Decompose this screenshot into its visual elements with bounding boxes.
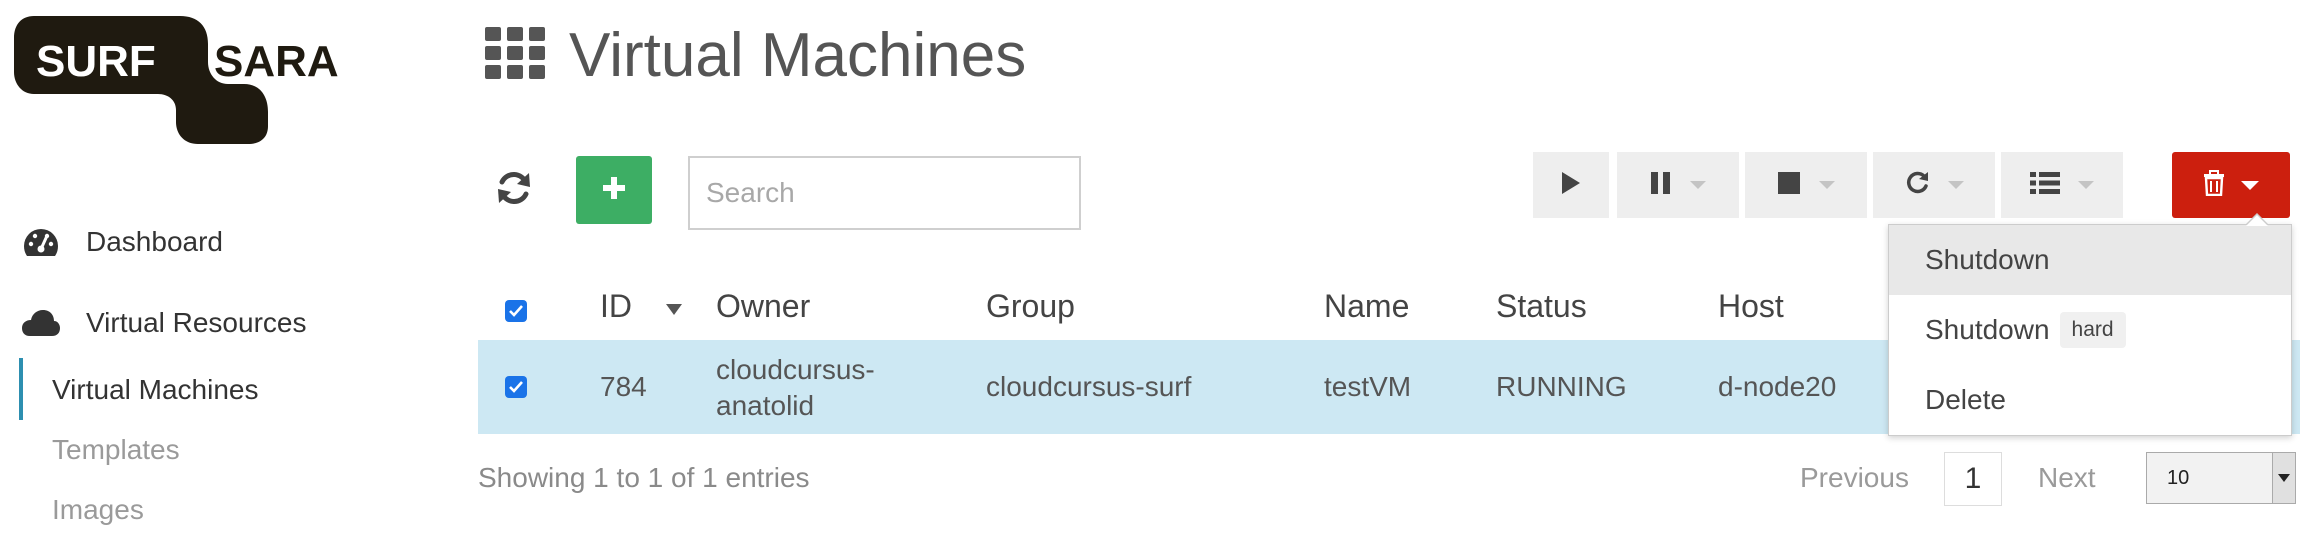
sidebar-item-virtual-resources[interactable]: Virtual Resources: [20, 305, 306, 341]
stop-dropdown-button[interactable]: [1745, 152, 1867, 218]
column-header-group[interactable]: Group: [986, 288, 1075, 325]
sidebar-item-label: Dashboard: [86, 226, 223, 257]
reboot-dropdown-button[interactable]: [1873, 152, 1995, 218]
cell-group: cloudcursus-surf: [986, 371, 1192, 402]
refresh-button[interactable]: [488, 162, 540, 218]
cell-host: d-node20: [1718, 371, 1837, 402]
select-all-checkbox[interactable]: [505, 300, 527, 322]
trash-icon: [2203, 169, 2225, 201]
sidebar-item-virtual-machines[interactable]: Virtual Machines: [52, 374, 258, 406]
surfsara-logo[interactable]: SURF SARA: [12, 14, 372, 144]
menu-item-shutdown[interactable]: Shutdown: [1889, 225, 2291, 295]
column-header-host[interactable]: Host: [1718, 288, 1784, 325]
delete-dropdown-menu: Shutdown Shutdown hard Delete: [1888, 213, 2292, 436]
stop-icon: [1777, 171, 1801, 200]
create-vm-button[interactable]: [576, 156, 652, 224]
hard-badge: hard: [2059, 312, 2126, 348]
column-header-status[interactable]: Status: [1496, 288, 1587, 325]
chevron-down-icon: [2241, 180, 2259, 190]
cloud-icon: [20, 305, 62, 341]
search-input[interactable]: [688, 156, 1081, 230]
cell-id: 784: [600, 371, 647, 402]
page-title: Virtual Machines: [569, 21, 1027, 90]
menu-item-label: Shutdown: [1925, 314, 2050, 345]
column-header-name[interactable]: Name: [1324, 288, 1409, 325]
page-header: Virtual Machines: [485, 20, 1026, 91]
column-header-owner[interactable]: Owner: [716, 288, 810, 325]
cell-status: RUNNING: [1496, 371, 1627, 402]
sidebar-item-images[interactable]: Images: [52, 494, 144, 526]
active-indicator: [19, 358, 23, 420]
refresh-icon: [495, 169, 533, 212]
sidebar-item-label: Virtual Resources: [86, 307, 307, 338]
pagination-previous[interactable]: Previous: [1800, 462, 1909, 494]
chevron-down-icon: [1819, 181, 1835, 189]
row-checkbox[interactable]: [505, 376, 527, 398]
dashboard-gauge-icon: [20, 224, 62, 260]
list-icon: [2030, 171, 2060, 200]
play-icon: [1560, 170, 1582, 201]
suspend-dropdown-button[interactable]: [1617, 152, 1739, 218]
reboot-icon: [1904, 170, 1930, 201]
pagination-current-page[interactable]: 1: [1944, 452, 2002, 506]
chevron-down-icon: [2078, 181, 2094, 189]
sort-descending-icon[interactable]: [666, 304, 682, 315]
menu-item-delete[interactable]: Delete: [1889, 365, 2291, 435]
menu-item-shutdown-hard[interactable]: Shutdown hard: [1889, 295, 2291, 365]
logo-surf-text: SURF: [36, 37, 156, 86]
cell-owner-line1: cloudcursus-: [716, 354, 875, 385]
logo-sara-text: SARA: [214, 37, 339, 86]
menu-item-label: Delete: [1925, 384, 2006, 415]
chevron-down-icon: [1948, 181, 1964, 189]
pause-icon: [1650, 171, 1672, 200]
sidebar-item-templates[interactable]: Templates: [52, 434, 180, 466]
sidebar-item-dashboard[interactable]: Dashboard: [20, 224, 223, 260]
select-arrow-icon: [2272, 453, 2295, 503]
more-actions-dropdown-button[interactable]: [2001, 152, 2123, 218]
page-size-select[interactable]: 10: [2146, 452, 2296, 504]
grid-icon: [485, 27, 547, 84]
page-size-value: 10: [2167, 466, 2190, 489]
chevron-down-icon: [1690, 181, 1706, 189]
cell-owner-line2: anatolid: [716, 390, 815, 421]
cell-name: testVM: [1324, 371, 1412, 402]
plus-icon: [601, 175, 627, 206]
table-info-text: Showing 1 to 1 of 1 entries: [478, 462, 810, 493]
menu-item-label: Shutdown: [1925, 244, 2050, 275]
play-button[interactable]: [1533, 152, 1609, 218]
column-header-id[interactable]: ID: [600, 288, 632, 325]
delete-dropdown-button[interactable]: [2172, 152, 2290, 218]
pagination-next[interactable]: Next: [2038, 462, 2096, 494]
